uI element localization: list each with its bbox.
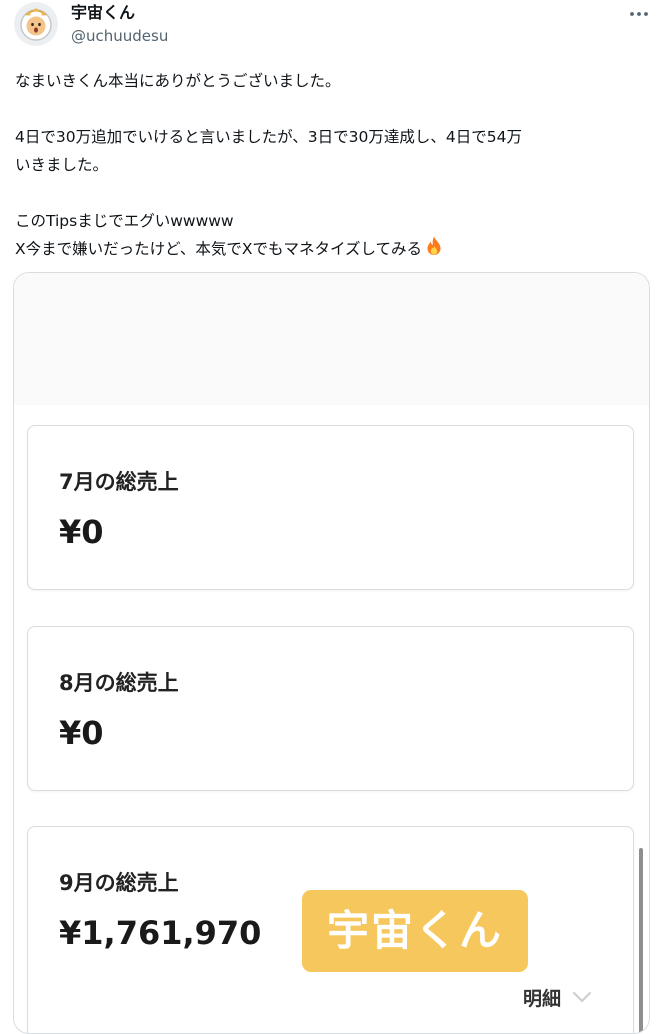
sales-card-september: 9月の総売上 ¥1,761,970 宇宙くん 明細	[27, 826, 634, 1033]
tweet-text-line: このTipsまじでエグいwwwww	[15, 212, 234, 230]
watermark: 宇宙くん	[302, 890, 528, 972]
card-amount: ¥0	[59, 714, 104, 752]
more-options-button[interactable]	[622, 2, 656, 26]
tweet-text-line: なまいきくん本当にありがとうございました。	[15, 72, 341, 90]
sales-card-july: 7月の総売上 ¥0	[27, 425, 634, 590]
user-handle[interactable]: @uchuudesu	[71, 27, 168, 46]
details-toggle[interactable]: 明細	[523, 984, 593, 1011]
scrollbar[interactable]	[639, 848, 643, 1033]
media-attachment[interactable]: 7月の総売上 ¥0 8月の総売上 ¥0 9月の総売上 ¥1,761,970 宇宙…	[13, 272, 650, 1034]
tweet-text-line: いきました。	[15, 156, 109, 174]
card-label: 8月の総売上	[59, 671, 179, 695]
tweet-text-line: X今まで嫌いだったけど、本気でXでもマネタイズしてみる	[15, 240, 423, 258]
media-top-area	[14, 273, 649, 405]
chevron-down-icon	[571, 987, 593, 1009]
avatar[interactable]	[14, 2, 58, 46]
tweet-text: なまいきくん本当にありがとうございました。 4日で30万追加でいけると言いました…	[15, 67, 655, 263]
astronaut-avatar-icon	[20, 8, 52, 41]
tweet-text-line: 4日で30万追加でいけると言いましたが、3日で30万達成し、4日で54万	[15, 128, 522, 146]
fire-icon	[423, 235, 445, 266]
more-horizontal-icon	[630, 12, 648, 16]
sales-card-august: 8月の総売上 ¥0	[27, 626, 634, 791]
tweet-text-line-with-emoji: X今まで嫌いだったけど、本気でXでもマネタイズしてみる	[15, 235, 655, 263]
details-label: 明細	[523, 988, 562, 1010]
card-label: 7月の総売上	[59, 470, 179, 494]
card-amount: ¥0	[59, 513, 104, 551]
display-name[interactable]: 宇宙くん	[71, 3, 135, 23]
card-amount: ¥1,761,970	[59, 914, 262, 952]
card-label: 9月の総売上	[59, 871, 179, 895]
